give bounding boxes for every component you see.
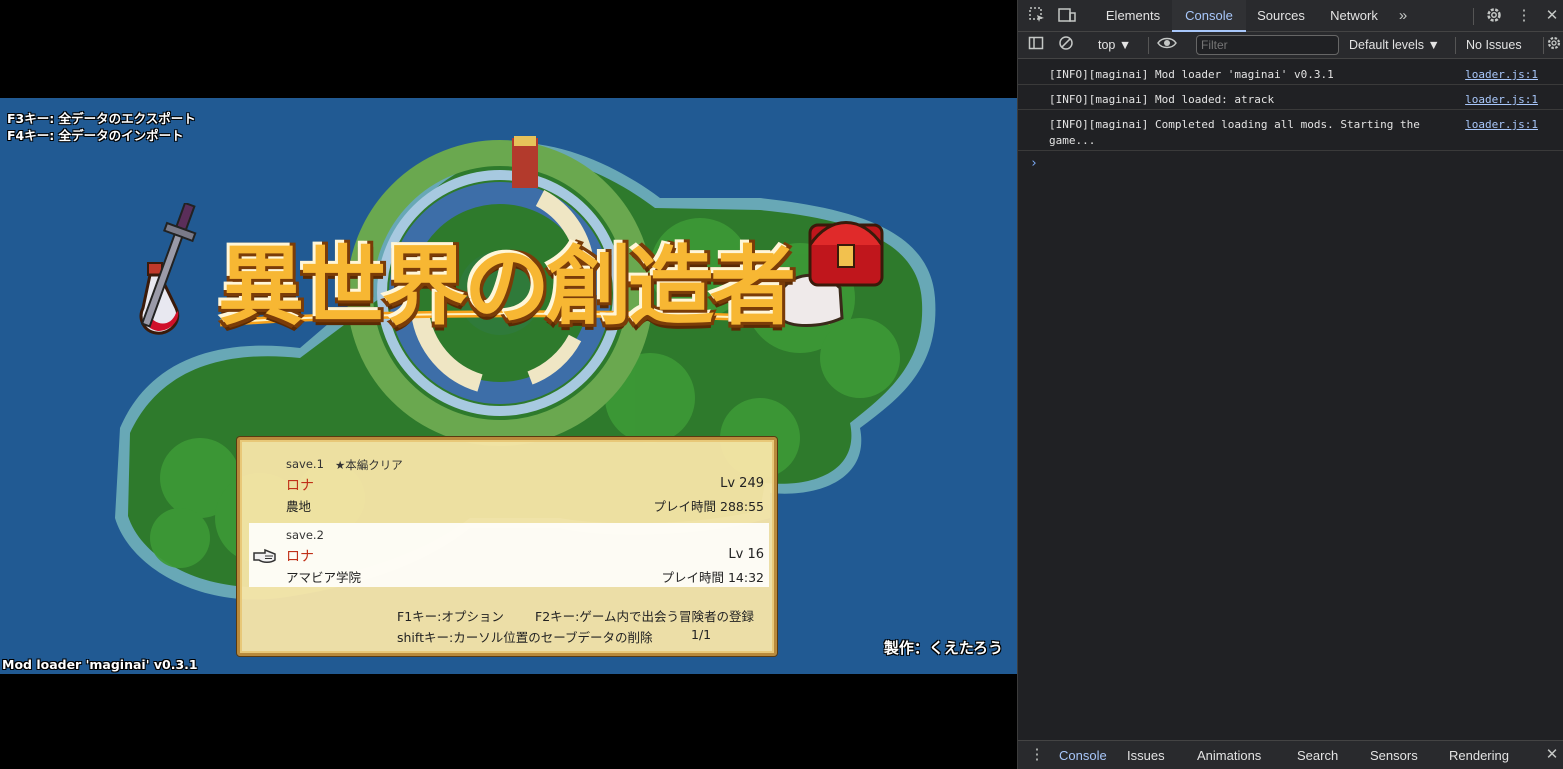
inspect-element-icon[interactable] xyxy=(1027,6,1047,26)
console-settings-gear-icon[interactable] xyxy=(1544,35,1563,55)
save-slot-2[interactable]: save.2 ロナ Lv 16 アマビア学院 プレイ時間 14:32 xyxy=(249,523,769,587)
log-levels-dropdown[interactable]: Default levels ▼ xyxy=(1349,32,1440,59)
console-toolbar: top ▼ Default levels ▼ No Issues xyxy=(1018,32,1563,59)
register-adventurer-hint: F2キー:ゲーム内で出会う冒険者の登録 xyxy=(535,609,754,624)
game-title: 異世界の創造者 xyxy=(218,236,796,337)
console-messages: [INFO][maginai] Mod loader 'maginai' v0.… xyxy=(1018,60,1563,151)
drawer-tab-search[interactable]: Search xyxy=(1297,741,1338,769)
tab-sources[interactable]: Sources xyxy=(1248,0,1314,32)
live-expression-eye-icon[interactable] xyxy=(1157,35,1177,55)
more-tabs-icon[interactable]: » xyxy=(1393,6,1413,26)
options-hint: F1キー:オプション xyxy=(397,609,504,624)
log-message: [INFO][maginai] Mod loader 'maginai' v0.… xyxy=(1049,68,1334,81)
issues-counter[interactable]: No Issues xyxy=(1466,32,1522,59)
clear-console-icon[interactable] xyxy=(1056,35,1076,55)
play-time: プレイ時間 14:32 xyxy=(661,570,765,585)
save-slot-label: save.2 xyxy=(286,528,324,542)
clear-badge: ★本編クリア xyxy=(335,458,403,472)
console-prompt-input[interactable]: › xyxy=(1030,156,1038,171)
location: 農地 xyxy=(286,499,312,514)
console-log-line: [INFO][maginai] Mod loader 'maginai' v0.… xyxy=(1018,60,1563,85)
log-message: [INFO][maginai] Completed loading all mo… xyxy=(1049,118,1427,147)
devtools-tabbar: Elements Console Sources Network » ⋮ ✕ xyxy=(1018,0,1563,32)
save-slot-1[interactable]: save.1 ★本編クリア ロナ Lv 249 農地 プレイ時間 288:55 xyxy=(249,452,769,516)
console-log-line: [INFO][maginai] Completed loading all mo… xyxy=(1018,110,1563,151)
dropdown-arrow-icon: ▼ xyxy=(1427,38,1440,52)
log-message: [INFO][maginai] Mod loaded: atrack xyxy=(1049,93,1275,106)
mod-loader-version: Mod loader 'maginai' v0.3.1 xyxy=(2,657,198,672)
drawer-tabbar: ⋮ Console Issues Animations Search Senso… xyxy=(1018,740,1563,769)
context-value: top xyxy=(1098,38,1116,52)
drawer-menu-icon[interactable]: ⋮ xyxy=(1027,745,1047,765)
dropdown-arrow-icon: ▼ xyxy=(1118,38,1132,52)
context-select[interactable]: top ▼ xyxy=(1098,32,1131,59)
console-log-line: [INFO][maginai] Mod loaded: atrack loade… xyxy=(1018,85,1563,110)
close-icon[interactable]: ✕ xyxy=(1542,6,1562,26)
player-level: Lv 16 xyxy=(728,547,764,562)
kebab-menu-icon[interactable]: ⋮ xyxy=(1514,6,1534,26)
location: アマビア学院 xyxy=(286,570,362,585)
sidebar-toggle-icon[interactable] xyxy=(1026,35,1046,55)
credit-text: 製作：くえたろう xyxy=(883,639,1003,657)
log-source-link[interactable]: loader.js:1 xyxy=(1465,117,1538,133)
player-level: Lv 249 xyxy=(720,476,764,491)
drawer-tab-console[interactable]: Console xyxy=(1059,741,1107,769)
game-canvas[interactable]: F3キー: 全データのエクスポート F4キー: 全データのインポート 異世界の創… xyxy=(0,98,1017,674)
drawer-tab-animations[interactable]: Animations xyxy=(1197,741,1261,769)
save-slot-label: save.1 xyxy=(286,457,324,471)
settings-gear-icon[interactable] xyxy=(1484,6,1504,26)
drawer-tab-issues[interactable]: Issues xyxy=(1127,741,1165,769)
devtools-panel: Elements Console Sources Network » ⋮ ✕ t… xyxy=(1017,0,1563,769)
device-toolbar-icon[interactable] xyxy=(1057,6,1077,26)
tab-network[interactable]: Network xyxy=(1320,0,1388,32)
tab-elements[interactable]: Elements xyxy=(1096,0,1170,32)
play-time: プレイ時間 288:55 xyxy=(653,499,764,514)
tab-console[interactable]: Console xyxy=(1172,0,1246,32)
import-hint: F4キー: 全データのインポート xyxy=(7,128,184,143)
save-select-window: save.1 ★本編クリア ロナ Lv 249 農地 プレイ時間 288:55 … xyxy=(237,437,777,656)
pointing-hand-cursor-icon xyxy=(253,548,276,563)
page-indicator: 1/1 xyxy=(691,627,712,642)
drawer-tab-sensors[interactable]: Sensors xyxy=(1370,741,1418,769)
close-drawer-icon[interactable]: ✕ xyxy=(1542,745,1562,765)
log-levels-label: Default levels xyxy=(1349,38,1425,52)
log-source-link[interactable]: loader.js:1 xyxy=(1465,92,1538,108)
log-source-link[interactable]: loader.js:1 xyxy=(1465,67,1538,83)
player-name: ロナ xyxy=(286,478,314,494)
delete-save-hint: shiftキー:カーソル位置のセーブデータの削除 xyxy=(397,630,653,645)
console-filter-input[interactable] xyxy=(1196,35,1339,55)
game-viewport: F3キー: 全データのエクスポート F4キー: 全データのインポート 異世界の創… xyxy=(0,0,1017,769)
player-name: ロナ xyxy=(286,549,314,565)
drawer-tab-rendering[interactable]: Rendering xyxy=(1449,741,1509,769)
